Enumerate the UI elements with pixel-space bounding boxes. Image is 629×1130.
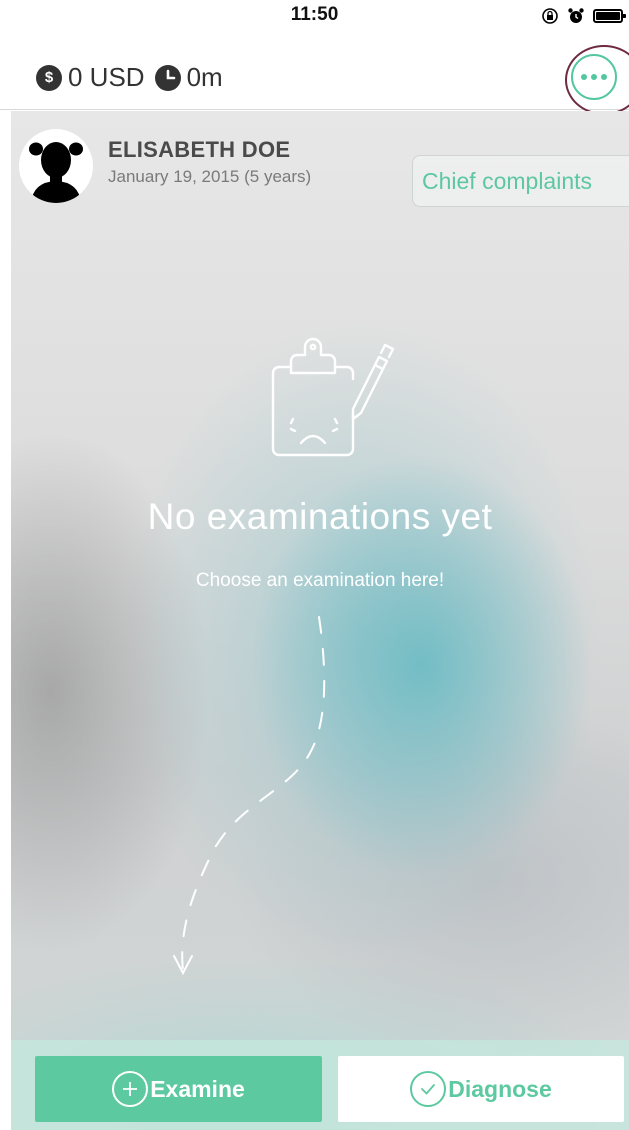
- patient-header: ELISABETH DOE January 19, 2015 (5 years)…: [19, 129, 629, 209]
- status-time: 11:50: [290, 4, 339, 25]
- chief-complaints-button[interactable]: Chief complaints: [412, 155, 629, 207]
- empty-state-subtitle: Choose an examination here!: [195, 570, 445, 591]
- more-options-button[interactable]: [571, 54, 617, 100]
- sad-clipboard-icon: [271, 337, 395, 457]
- examine-label: Examine: [150, 1075, 245, 1102]
- main-content: ELISABETH DOE January 19, 2015 (5 years)…: [11, 111, 629, 1130]
- status-bar: 11:50: [0, 0, 629, 34]
- session-stats: $ 0 USD 0m: [36, 62, 223, 93]
- rotation-lock-icon: [542, 8, 558, 24]
- battery-icon: [593, 9, 626, 23]
- plus-icon: [112, 1071, 149, 1107]
- more-icon-dot: [581, 74, 587, 80]
- patient-name: ELISABETH DOE: [108, 137, 291, 162]
- child-silhouette-icon: [29, 142, 83, 203]
- more-icon-dot: [591, 74, 597, 80]
- more-icon-dot: [601, 74, 607, 80]
- dashed-arrow-icon: [173, 616, 326, 976]
- patient-avatar: [19, 129, 93, 203]
- bottom-action-bar: Examine Diagnose: [11, 1040, 629, 1130]
- alarm-icon: [568, 8, 584, 23]
- diagnose-button[interactable]: Diagnose: [338, 1056, 624, 1122]
- top-header: $ 0 USD 0m: [0, 44, 629, 115]
- patient-dob: January 19, 2015 (5 years): [108, 167, 312, 186]
- diagnose-label: Diagnose: [448, 1075, 552, 1102]
- check-icon: [410, 1071, 447, 1107]
- dollar-icon: $: [36, 64, 62, 91]
- status-icons: [541, 7, 626, 25]
- balance-text: 0 USD: [68, 62, 145, 92]
- empty-state-title: No examinations yet: [147, 496, 493, 537]
- examine-button[interactable]: Examine: [35, 1056, 322, 1122]
- clock-icon: [154, 64, 181, 91]
- time-spent-text: 0m: [186, 62, 223, 92]
